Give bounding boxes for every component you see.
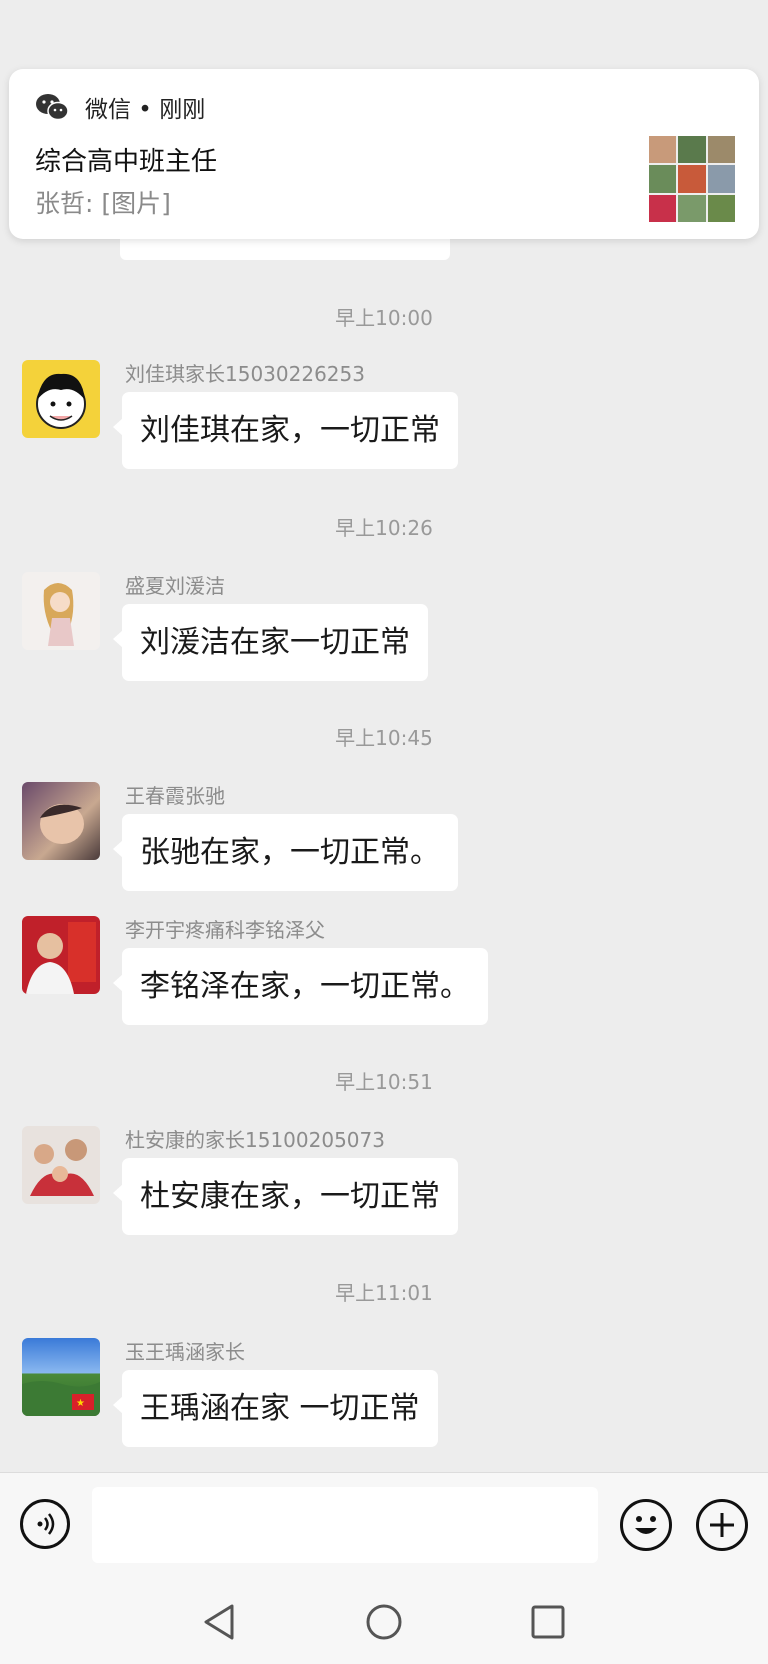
avatar[interactable] bbox=[22, 916, 100, 994]
child-photo-avatar-icon bbox=[40, 804, 84, 844]
recents-square-icon[interactable] bbox=[526, 1600, 570, 1644]
timestamp: 早上10:51 bbox=[335, 1070, 433, 1094]
plus-icon bbox=[710, 1513, 734, 1537]
timestamp: 早上10:26 bbox=[335, 516, 433, 540]
voice-icon bbox=[37, 1513, 55, 1535]
notification-body: 张哲: [图片] bbox=[35, 189, 171, 218]
avatar[interactable] bbox=[22, 1126, 100, 1204]
message-bubble[interactable]: 李铭泽在家，一切正常。 bbox=[113, 948, 488, 1025]
svg-text:★: ★ bbox=[76, 1398, 85, 1409]
notification-header: 微信 • 刚刚 bbox=[35, 87, 205, 127]
sender-name: 刘佳琪家长15030226253 bbox=[125, 362, 365, 386]
emoji-button[interactable] bbox=[620, 1499, 672, 1551]
chat-input-bar bbox=[0, 1472, 768, 1579]
message-bubble[interactable]: 王瑀涵在家 一切正常 bbox=[113, 1370, 438, 1447]
sender-name: 李开宇疼痛科李铭泽父 bbox=[125, 918, 325, 942]
notification-title: 综合高中班主任 bbox=[35, 147, 218, 177]
message-bubble[interactable]: 杜安康在家，一切正常 bbox=[113, 1158, 458, 1235]
sender-name: 杜安康的家长15100205073 bbox=[125, 1128, 385, 1152]
message-bubble[interactable]: 张驰在家，一切正常。 bbox=[113, 814, 458, 891]
sender-name: 盛夏刘湲洁 bbox=[125, 574, 225, 598]
more-button[interactable] bbox=[696, 1499, 748, 1551]
notification-app-label: 微信 • 刚刚 bbox=[85, 97, 206, 123]
avatar[interactable] bbox=[22, 782, 100, 860]
avatar[interactable]: ★ bbox=[22, 1338, 100, 1416]
man-photo-avatar-icon bbox=[26, 922, 96, 994]
notification-banner[interactable]: 微信 • 刚刚 综合高中班主任 张哲: [图片] bbox=[9, 69, 759, 239]
avatar[interactable] bbox=[22, 360, 100, 438]
sender-name: 玉王瑀涵家长 bbox=[125, 1340, 245, 1364]
wechat-icon bbox=[36, 94, 69, 121]
notification-image-thumbnail bbox=[649, 136, 735, 222]
message-bubble[interactable]: 刘佳琪在家，一切正常 bbox=[113, 392, 458, 469]
timestamp: 早上10:45 bbox=[335, 726, 433, 750]
voice-button[interactable] bbox=[20, 1499, 70, 1549]
message-input[interactable] bbox=[92, 1487, 598, 1563]
emoji-icon bbox=[635, 1516, 657, 1534]
cartoon-avatar-icon bbox=[36, 373, 86, 429]
landscape-avatar-icon: ★ bbox=[22, 1381, 100, 1416]
message-bubble[interactable]: 刘湲洁在家一切正常 bbox=[113, 604, 428, 681]
timestamp: 早上11:01 bbox=[335, 1281, 433, 1305]
timestamp: 早上10:00 bbox=[335, 306, 433, 330]
avatar[interactable] bbox=[22, 572, 100, 650]
home-circle-icon[interactable] bbox=[362, 1600, 406, 1644]
sender-name: 王春霞张驰 bbox=[125, 784, 225, 808]
back-triangle-icon[interactable] bbox=[198, 1600, 242, 1644]
family-photo-avatar-icon bbox=[30, 1139, 94, 1196]
system-navigation-bar bbox=[0, 1578, 768, 1664]
illustrated-girl-avatar-icon bbox=[43, 583, 74, 646]
